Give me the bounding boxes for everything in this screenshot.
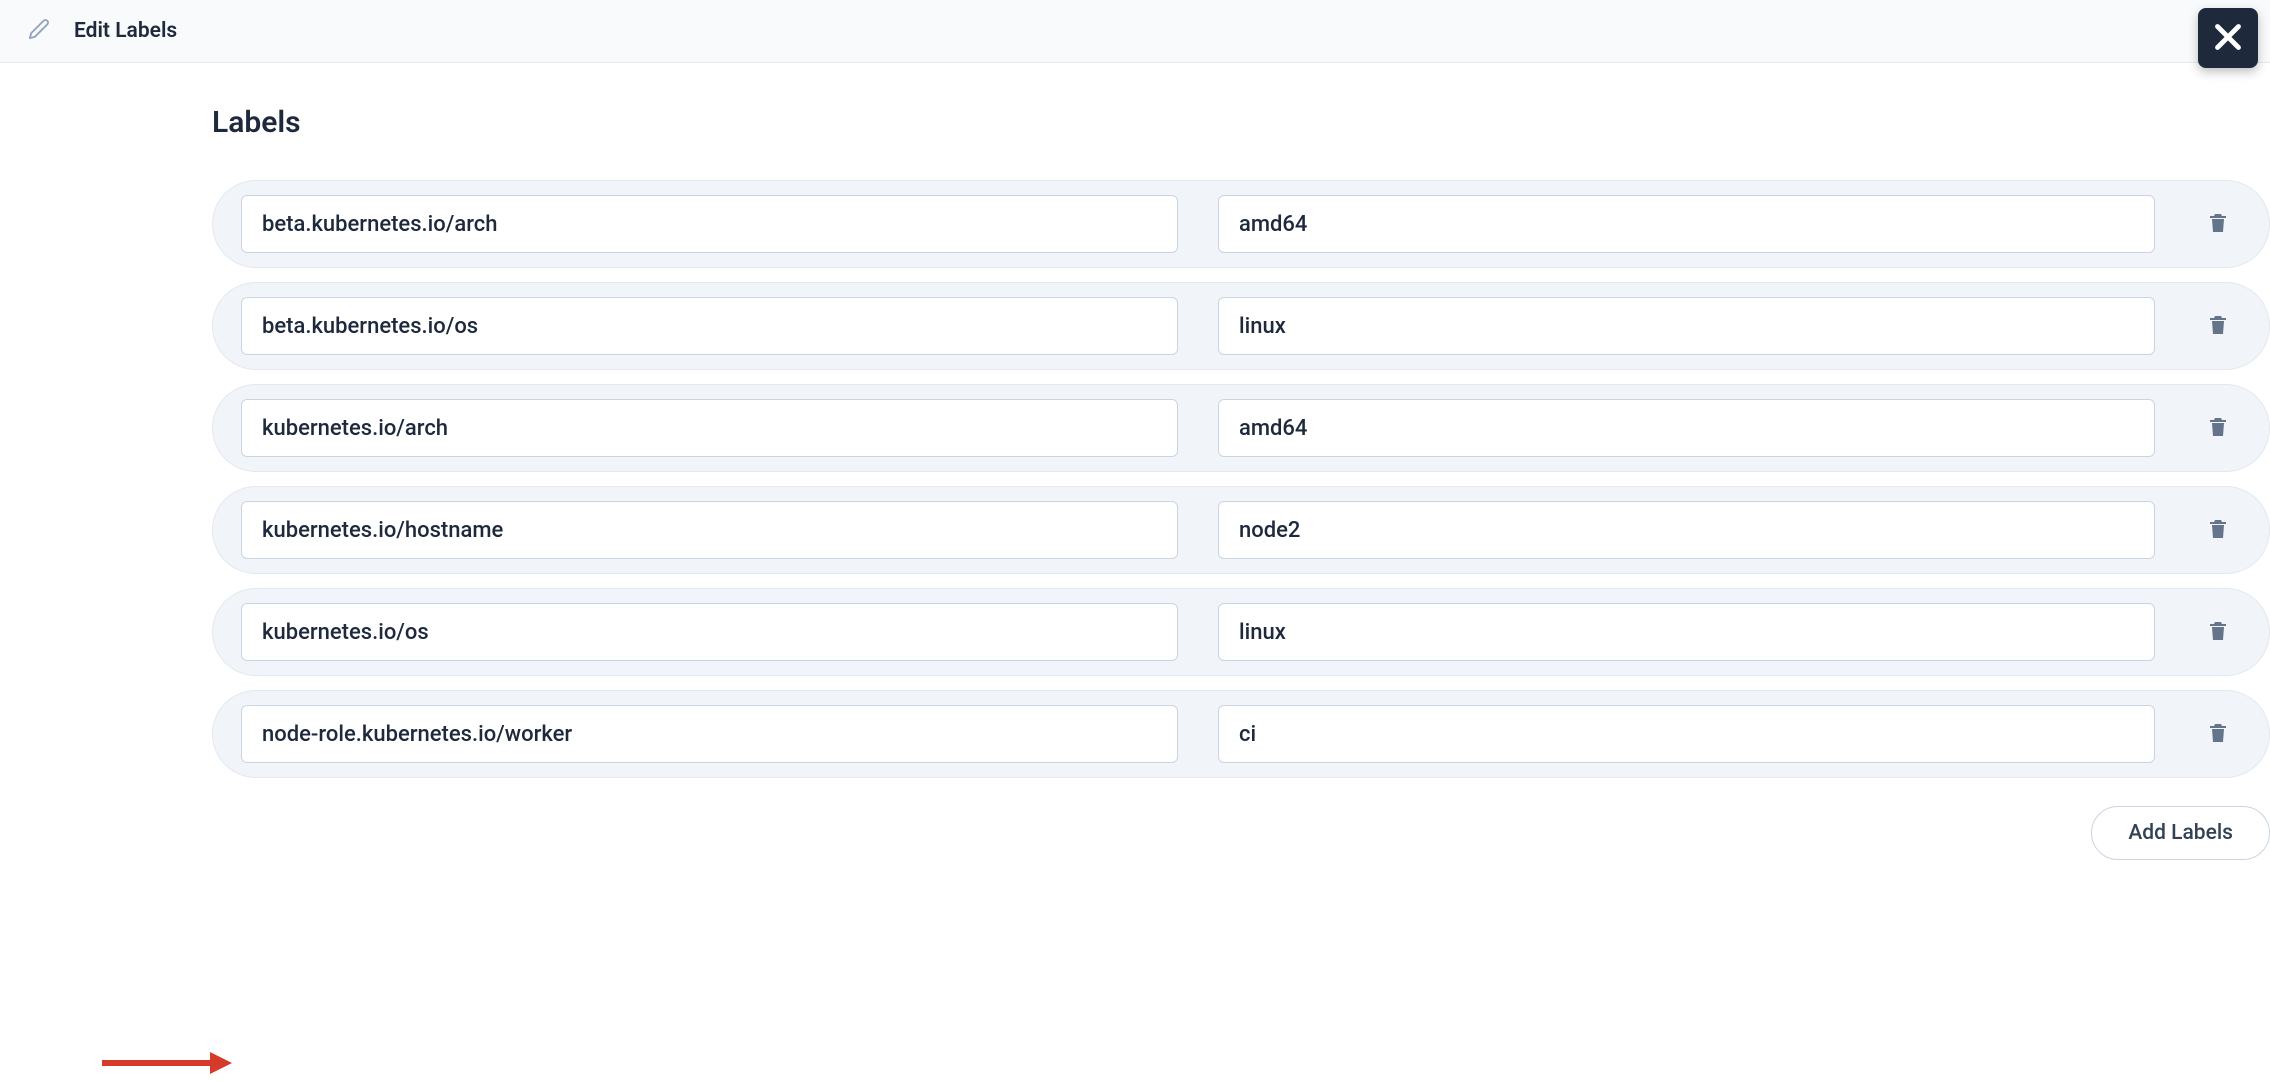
arrow-annotation bbox=[102, 1048, 232, 1082]
delete-label-button[interactable] bbox=[2195, 711, 2241, 757]
section-title: Labels bbox=[212, 105, 2270, 140]
label-key-input[interactable] bbox=[241, 297, 1178, 355]
label-value-input[interactable] bbox=[1218, 705, 2155, 763]
dialog-title: Edit Labels bbox=[74, 19, 177, 43]
trash-icon bbox=[2206, 516, 2230, 545]
label-value-input[interactable] bbox=[1218, 195, 2155, 253]
label-value-input[interactable] bbox=[1218, 399, 2155, 457]
label-row bbox=[212, 690, 2270, 778]
trash-icon bbox=[2206, 312, 2230, 341]
header-left: Edit Labels bbox=[28, 18, 177, 44]
dialog-header: Edit Labels bbox=[0, 0, 2270, 63]
label-row bbox=[212, 486, 2270, 574]
delete-label-button[interactable] bbox=[2195, 201, 2241, 247]
label-value-input[interactable] bbox=[1218, 297, 2155, 355]
label-key-input[interactable] bbox=[241, 195, 1178, 253]
trash-icon bbox=[2206, 618, 2230, 647]
delete-label-button[interactable] bbox=[2195, 507, 2241, 553]
label-value-input[interactable] bbox=[1218, 603, 2155, 661]
trash-icon bbox=[2206, 210, 2230, 239]
trash-icon bbox=[2206, 414, 2230, 443]
label-key-input[interactable] bbox=[241, 603, 1178, 661]
close-button[interactable] bbox=[2198, 8, 2258, 68]
label-row bbox=[212, 384, 2270, 472]
label-key-input[interactable] bbox=[241, 399, 1178, 457]
pencil-icon bbox=[28, 18, 50, 44]
label-value-input[interactable] bbox=[1218, 501, 2155, 559]
label-key-input[interactable] bbox=[241, 705, 1178, 763]
labels-panel: Add Labels bbox=[212, 180, 2270, 860]
label-row bbox=[212, 180, 2270, 268]
delete-label-button[interactable] bbox=[2195, 303, 2241, 349]
trash-icon bbox=[2206, 720, 2230, 749]
label-rows bbox=[212, 180, 2270, 778]
delete-label-button[interactable] bbox=[2195, 609, 2241, 655]
label-key-input[interactable] bbox=[241, 501, 1178, 559]
close-icon bbox=[2210, 19, 2246, 58]
label-row bbox=[212, 588, 2270, 676]
dialog-content: Labels Add Labels bbox=[212, 63, 2270, 860]
label-row bbox=[212, 282, 2270, 370]
footer-actions: Add Labels bbox=[212, 806, 2270, 860]
add-labels-button[interactable]: Add Labels bbox=[2091, 806, 2270, 860]
delete-label-button[interactable] bbox=[2195, 405, 2241, 451]
